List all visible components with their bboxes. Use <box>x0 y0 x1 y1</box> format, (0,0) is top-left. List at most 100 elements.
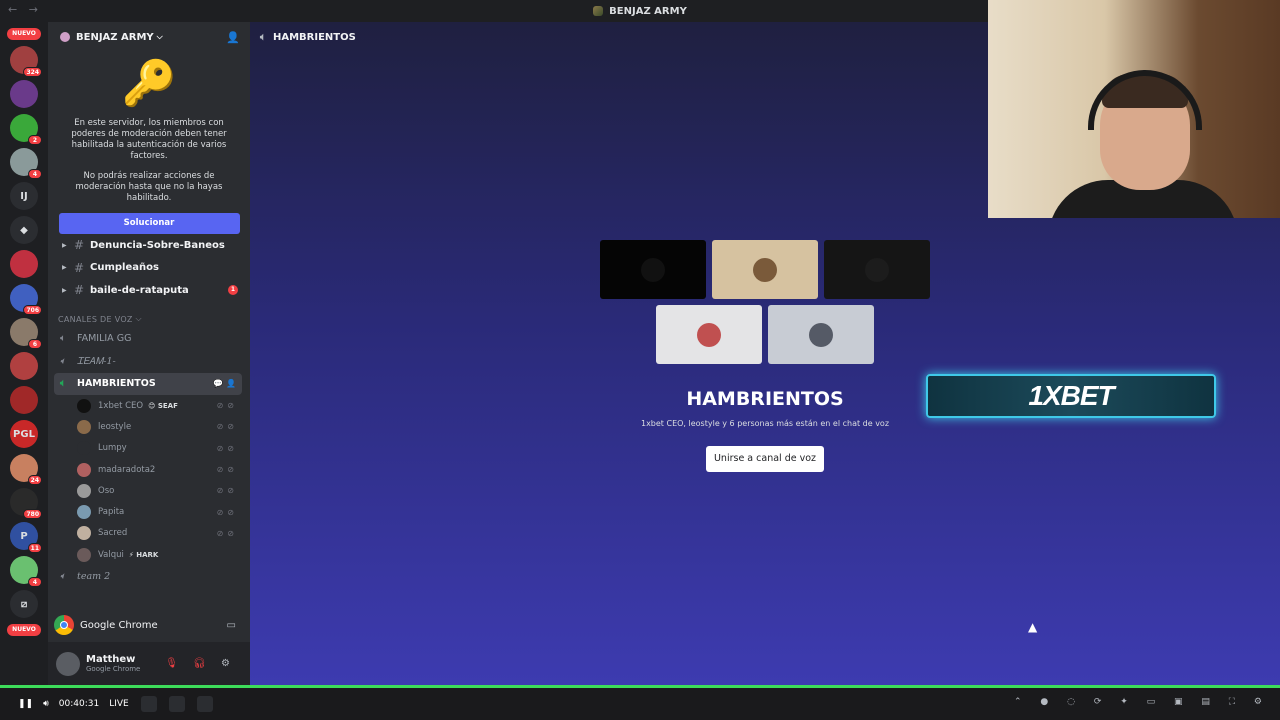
voice-channel-team2[interactable]: 🔈︎ team 2 <box>48 565 250 588</box>
voice-channel-label: ᏆᎬᎪᎷ-1- <box>77 355 116 367</box>
member-name: Lumpy <box>98 443 127 454</box>
voice-channel-label: FAMILIA GG <box>77 333 132 345</box>
member-name: 1xbet CEO <box>98 400 144 411</box>
server-icon[interactable]: P 11 <box>10 522 42 553</box>
app-taskbar-icon[interactable] <box>168 696 185 712</box>
voice-member[interactable]: Papita ⊘⊘ <box>48 501 250 522</box>
fix-button[interactable]: Solucionar <box>58 213 240 234</box>
server-icon[interactable]: 6 <box>10 318 42 349</box>
server-icon[interactable]: PGL <box>10 420 38 448</box>
muted-icon: ⊘⊘ <box>216 528 238 538</box>
avatar <box>697 322 721 347</box>
voice-category[interactable]: CANALES DE VOZ ⌵ <box>48 302 250 328</box>
member-tag: ⚡ HARK <box>128 550 159 559</box>
voice-channel-team1[interactable]: 🔈︎ ᏆᎬᎪᎷ-1- <box>48 350 250 373</box>
voice-category-label: CANALES DE VOZ <box>58 314 133 324</box>
participant-tile[interactable] <box>600 240 706 299</box>
server-icon[interactable]: ⧄ <box>10 590 38 618</box>
participant-tile[interactable] <box>712 240 818 299</box>
server-header[interactable]: BENJAZ ARMY ⌵ 👤 <box>48 22 250 52</box>
pause-icon[interactable]: ❚❚ <box>18 699 33 709</box>
avatar <box>865 257 889 282</box>
member-name: Oso <box>98 485 115 496</box>
voice-channel-label: team 2 <box>77 571 111 583</box>
avatar[interactable] <box>56 651 80 676</box>
voice-channel-familia[interactable]: 🔈︎ FAMILIA GG <box>48 328 250 351</box>
key-icon: 🔑 <box>121 58 177 109</box>
voice-member[interactable]: Valqui ⚡ HARK <box>48 544 250 565</box>
window-title: BENJAZ ARMY <box>593 6 687 17</box>
activity-row[interactable]: Google Chrome ▭ <box>48 611 250 639</box>
sponsor-banner: 1XBET <box>926 374 1216 418</box>
voice-member[interactable]: Sacred ⊘⊘ <box>48 523 250 544</box>
voice-channel-label: HAMBRIENTOS <box>77 378 156 390</box>
voice-controls[interactable]: 🎙︎ 🎧︎ ⚙ <box>165 658 236 669</box>
voice-member[interactable]: 1xbet CEO 😊 SEAF ⊘⊘ <box>48 395 250 416</box>
text-channel-label: Denuncia-Sobre-Baneos <box>90 239 225 251</box>
mfa-notice: 🔑 En este servidor, los miembros con pod… <box>48 52 250 234</box>
screen-share-icon[interactable]: ▭ <box>227 620 236 631</box>
chevron-down-icon: ⌵ <box>156 32 163 41</box>
chrome-icon <box>54 615 74 635</box>
avatar <box>77 441 91 456</box>
server-icon[interactable]: ◆ <box>10 216 38 244</box>
volume-icon[interactable]: 🔊︎ <box>43 699 49 709</box>
join-voice-button[interactable]: Unirse a canal de voz <box>706 446 824 472</box>
activity-label: Google Chrome <box>80 619 158 631</box>
server-icon[interactable]: 2 <box>10 114 42 145</box>
server-icon[interactable]: 24 <box>10 454 42 485</box>
system-tray[interactable]: ⌃ ● ◌ ⟳ ✦ ▭ ▣ ▤ ⛶ ⚙ <box>1014 697 1270 707</box>
unread-badge: 6 <box>28 339 42 349</box>
member-name: leostyle <box>98 421 132 432</box>
member-name: Valqui <box>98 549 124 560</box>
server-icon[interactable]: 324 <box>10 46 42 77</box>
member-name: madaradota2 <box>98 464 156 475</box>
speaker-icon: 🔈︎ <box>60 571 66 583</box>
speaker-icon: 🔈︎ <box>260 31 266 43</box>
server-icon[interactable]: 706 <box>10 284 42 315</box>
server-name: BENJAZ ARMY <box>76 31 154 43</box>
unread-badge: 11 <box>27 543 42 553</box>
avatar <box>77 398 91 413</box>
voice-member[interactable]: Oso ⊘⊘ <box>48 480 250 501</box>
chat-and-invite-icons[interactable]: 💬 👤 <box>213 379 236 388</box>
server-icon-label: P <box>20 530 28 542</box>
text-channel[interactable]: ▶ # Denuncia-Sobre-Baneos <box>48 234 250 257</box>
participant-tile[interactable] <box>656 305 762 364</box>
server-icon[interactable] <box>10 80 38 108</box>
channel-title: HAMBRIENTOS <box>273 31 356 43</box>
speaker-icon: 🔈︎ <box>60 355 66 367</box>
participant-tile[interactable] <box>824 240 930 299</box>
chevron-right-icon: ▶ <box>62 286 67 294</box>
server-icon[interactable] <box>10 352 38 380</box>
member-name: Papita <box>98 507 125 518</box>
mfa-text-1: En este servidor, los miembros con poder… <box>71 118 227 161</box>
server-icon[interactable]: 4 <box>10 148 42 179</box>
invite-people-icon[interactable]: 👤 <box>226 31 240 44</box>
avatar <box>753 257 777 282</box>
gear-icon[interactable]: ⚙ <box>221 658 236 669</box>
participant-tile[interactable] <box>768 305 874 364</box>
server-icon[interactable] <box>10 250 38 278</box>
server-icon[interactable]: 780 <box>10 488 42 519</box>
server-icon[interactable] <box>10 386 38 414</box>
server-icon[interactable]: IJ <box>10 182 38 210</box>
muted-icon: ⊘⊘ <box>216 443 238 453</box>
app-taskbar-icon[interactable] <box>196 696 213 712</box>
chrome-taskbar-icon[interactable] <box>140 696 157 712</box>
server-icon-label: ◆ <box>20 224 28 236</box>
voice-channel-hambrientos[interactable]: 🔈︎ HAMBRIENTOS 💬 👤 <box>54 372 242 395</box>
muted-icon: ⊘⊘ <box>216 401 238 411</box>
text-channel-label: Cumpleaños <box>90 262 159 274</box>
text-channel[interactable]: ▶ # baile-de-rataputa 1 <box>48 279 250 302</box>
server-icon[interactable]: 4 <box>10 556 42 587</box>
user-name: Matthew <box>86 654 136 665</box>
nav-arrows[interactable]: ← → <box>8 3 42 16</box>
voice-member[interactable]: madaradota2 ⊘⊘ <box>48 459 250 480</box>
voice-member[interactable]: leostyle ⊘⊘ <box>48 416 250 437</box>
taskbar: ❚❚ 🔊︎ 00:40:31 LIVE ⌃ ● ◌ ⟳ ✦ ▭ ▣ ▤ ⛶ ⚙ <box>0 688 1280 720</box>
server-icon-label: IJ <box>20 190 28 202</box>
voice-member[interactable]: Lumpy ⊘⊘ <box>48 438 250 459</box>
avatar <box>77 462 91 477</box>
text-channel[interactable]: ▶ # Cumpleaños <box>48 257 250 280</box>
